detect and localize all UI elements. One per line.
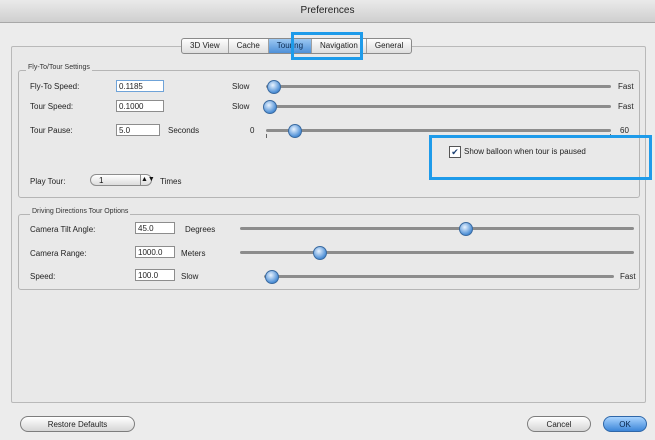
camera-tilt-label: Camera Tilt Angle: bbox=[30, 225, 96, 234]
ok-button[interactable]: OK bbox=[603, 416, 647, 432]
camera-range-label: Camera Range: bbox=[30, 249, 87, 258]
driving-directions-legend: Driving Directions Tour Options bbox=[30, 208, 131, 215]
fly-to-speed-field[interactable]: 0.1185 bbox=[116, 80, 164, 92]
play-tour-value: 1 bbox=[99, 176, 104, 185]
fly-to-speed-slider[interactable] bbox=[266, 85, 611, 88]
tour-pause-min-label: 0 bbox=[250, 126, 255, 135]
fly-to-tour-legend: Fly-To/Tour Settings bbox=[26, 64, 92, 71]
tour-speed-slider[interactable] bbox=[266, 105, 611, 108]
tour-speed-field[interactable]: 0.1000 bbox=[116, 100, 164, 112]
camera-tilt-unit: Degrees bbox=[185, 225, 216, 234]
tab-cache[interactable]: Cache bbox=[229, 39, 269, 53]
tour-speed-label: Tour Speed: bbox=[30, 102, 74, 111]
speed-fast-label: Fast bbox=[620, 272, 636, 281]
fly-to-speed-slider-knob[interactable] bbox=[266, 80, 281, 94]
camera-tilt-field[interactable]: 45.0 bbox=[135, 222, 175, 234]
tour-pause-field[interactable]: 5.0 bbox=[116, 124, 160, 136]
camera-range-slider[interactable] bbox=[240, 251, 634, 254]
camera-tilt-slider[interactable] bbox=[240, 227, 634, 230]
tour-pause-slider-knob[interactable] bbox=[287, 124, 302, 138]
play-tour-unit: Times bbox=[160, 177, 182, 186]
tab-general[interactable]: General bbox=[367, 39, 411, 53]
fly-to-speed-slow-label: Slow bbox=[232, 82, 250, 91]
play-tour-stepper-arrows[interactable]: ▲▼ bbox=[140, 175, 155, 185]
preferences-window: Preferences 3D View Cache Touring Naviga… bbox=[0, 0, 655, 440]
cancel-button[interactable]: Cancel bbox=[527, 416, 591, 432]
tab-3d-view[interactable]: 3D View bbox=[182, 39, 229, 53]
camera-tilt-slider-knob[interactable] bbox=[458, 222, 473, 236]
tour-pause-label: Tour Pause: bbox=[30, 126, 73, 135]
fly-to-speed-fast-label: Fast bbox=[618, 82, 634, 91]
speed-slow-label: Slow bbox=[181, 272, 199, 281]
camera-range-field[interactable]: 1000.0 bbox=[135, 246, 175, 258]
camera-range-unit: Meters bbox=[181, 249, 206, 258]
tour-pause-slider[interactable] bbox=[266, 129, 611, 132]
tour-pause-max-label: 60 bbox=[620, 126, 629, 135]
camera-range-slider-knob[interactable] bbox=[312, 246, 327, 260]
speed-label: Speed: bbox=[30, 272, 56, 281]
restore-defaults-button[interactable]: Restore Defaults bbox=[20, 416, 135, 432]
play-tour-label: Play Tour: bbox=[30, 177, 66, 186]
checkbox-highlight-box bbox=[429, 135, 652, 180]
title-bar: Preferences bbox=[0, 0, 655, 23]
speed-slider-knob[interactable] bbox=[265, 270, 279, 284]
fly-to-speed-label: Fly-To Speed: bbox=[30, 82, 80, 91]
tour-pause-unit: Seconds bbox=[168, 126, 200, 135]
tour-speed-slow-label: Slow bbox=[232, 102, 250, 111]
tab-highlight-box bbox=[291, 32, 363, 60]
tour-speed-fast-label: Fast bbox=[618, 102, 634, 111]
speed-field[interactable]: 100.0 bbox=[135, 269, 175, 281]
window-title: Preferences bbox=[300, 5, 355, 16]
speed-slider[interactable] bbox=[264, 275, 614, 278]
tour-pause-tick-start bbox=[266, 134, 267, 138]
